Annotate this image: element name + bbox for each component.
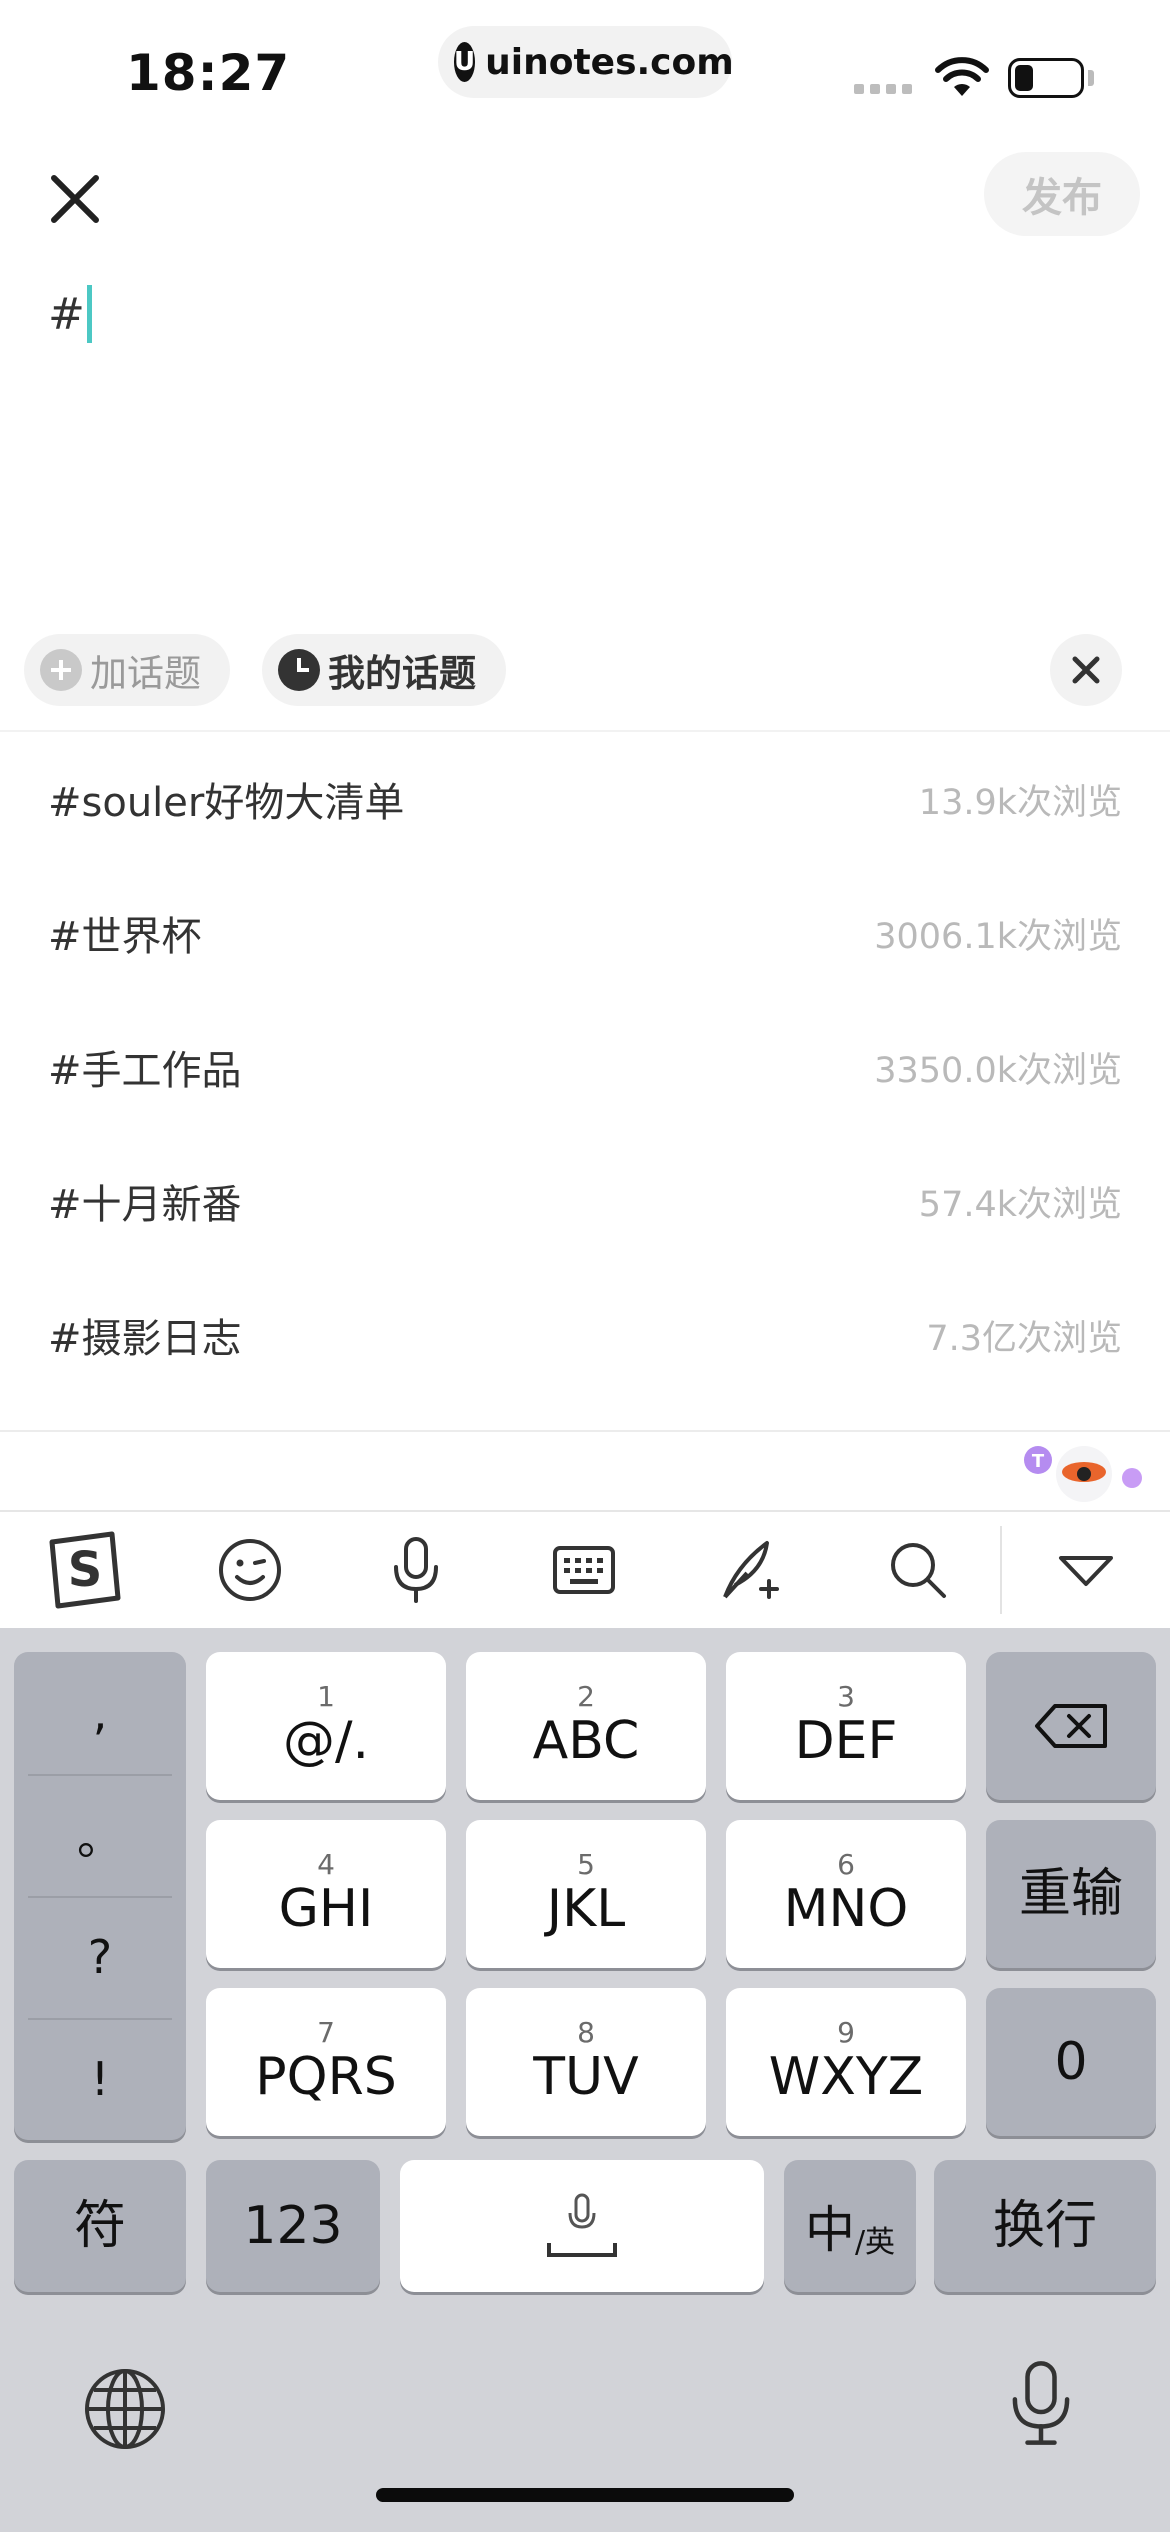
key-5[interactable]: 5 JKL bbox=[466, 1820, 706, 1968]
battery-cap bbox=[1088, 70, 1094, 86]
search-icon[interactable] bbox=[874, 1526, 962, 1614]
backspace-icon bbox=[1035, 1704, 1107, 1748]
plus-circle-icon bbox=[40, 649, 82, 691]
key-6[interactable]: 6 MNO bbox=[726, 1820, 966, 1968]
key-0[interactable]: 0 bbox=[986, 1988, 1156, 2136]
return-key[interactable]: 换行 bbox=[934, 2160, 1156, 2292]
home-indicator bbox=[376, 2488, 794, 2502]
topic-views: 13.9k次浏览 bbox=[918, 782, 1122, 823]
lang-sub-label: /英 bbox=[854, 2225, 896, 2260]
status-time: 18:27 bbox=[126, 44, 291, 102]
keyboard-mascot-icon[interactable]: T bbox=[1016, 1436, 1150, 1506]
key-8[interactable]: 8 TUV bbox=[466, 1988, 706, 2136]
topic-views: 3350.0k次浏览 bbox=[874, 1050, 1122, 1091]
post-text-input[interactable]: # bbox=[48, 282, 92, 346]
topic-name: #十月新番 bbox=[48, 1182, 242, 1228]
my-topics-label: 我的话题 bbox=[328, 652, 476, 695]
punctuation-key[interactable]: 。 bbox=[14, 1774, 186, 1896]
key-4[interactable]: 4 GHI bbox=[206, 1820, 446, 1968]
cellular-signal-icon bbox=[854, 84, 912, 94]
backspace-key[interactable] bbox=[986, 1652, 1156, 1800]
punctuation-key[interactable]: ! bbox=[14, 2018, 186, 2140]
add-topic-chip[interactable]: 加话题 bbox=[24, 634, 230, 706]
punctuation-column: , 。 ? ! bbox=[14, 1652, 186, 2140]
symbols-key[interactable]: 符 bbox=[14, 2160, 186, 2292]
key-1[interactable]: 1 @/. bbox=[206, 1652, 446, 1800]
key-2[interactable]: 2 ABC bbox=[466, 1652, 706, 1800]
topic-views: 57.4k次浏览 bbox=[918, 1184, 1122, 1225]
punctuation-key[interactable]: ? bbox=[14, 1896, 186, 2018]
topic-name: #souler好物大清单 bbox=[48, 780, 405, 826]
text-caret bbox=[86, 285, 92, 343]
punctuation-key[interactable]: , bbox=[14, 1652, 186, 1774]
emoji-icon[interactable] bbox=[206, 1526, 294, 1614]
collapse-keyboard-icon[interactable] bbox=[1042, 1526, 1130, 1614]
toolbar-separator bbox=[1000, 1526, 1002, 1614]
language-switch-key[interactable]: 中/英 bbox=[784, 2160, 916, 2292]
close-small-icon bbox=[1072, 656, 1100, 684]
numbers-key[interactable]: 123 bbox=[206, 2160, 380, 2292]
key-3[interactable]: 3 DEF bbox=[726, 1652, 966, 1800]
post-text: # bbox=[48, 288, 85, 340]
svg-text:S: S bbox=[68, 1542, 103, 1598]
publish-button[interactable]: 发布 bbox=[984, 152, 1140, 236]
svg-text:T: T bbox=[1032, 1451, 1045, 1472]
handwriting-icon[interactable] bbox=[708, 1526, 796, 1614]
topic-views: 7.3亿次浏览 bbox=[926, 1318, 1122, 1359]
topic-row[interactable]: #手工作品 3350.0k次浏览 bbox=[0, 1000, 1170, 1134]
topic-views: 3006.1k次浏览 bbox=[874, 916, 1122, 957]
topic-row[interactable]: #souler好物大清单 13.9k次浏览 bbox=[0, 732, 1170, 866]
clock-icon bbox=[278, 649, 320, 691]
site-logo-icon: U bbox=[454, 42, 476, 82]
battery-icon bbox=[1008, 58, 1084, 98]
topic-row[interactable]: #世界杯 3006.1k次浏览 bbox=[0, 866, 1170, 1000]
close-topics-button[interactable] bbox=[1050, 634, 1122, 706]
lang-main-label: 中 bbox=[804, 2201, 855, 2259]
reenter-key[interactable]: 重输 bbox=[986, 1820, 1156, 1968]
key-9[interactable]: 9 WXYZ bbox=[726, 1988, 966, 2136]
keyboard-icon[interactable] bbox=[540, 1526, 628, 1614]
dictation-microphone-icon[interactable] bbox=[996, 2358, 1086, 2448]
topic-name: #世界杯 bbox=[48, 914, 202, 960]
topic-row[interactable]: #摄影日志 7.3亿次浏览 bbox=[0, 1268, 1170, 1402]
url-pill[interactable]: U uinotes.com bbox=[438, 26, 734, 98]
globe-icon[interactable] bbox=[80, 2364, 170, 2454]
space-microphone-icon bbox=[547, 2193, 617, 2257]
topic-row[interactable]: #十月新番 57.4k次浏览 bbox=[0, 1134, 1170, 1268]
microphone-icon[interactable] bbox=[372, 1526, 460, 1614]
add-topic-label: 加话题 bbox=[90, 652, 201, 695]
url-text: uinotes.com bbox=[485, 41, 734, 83]
topic-name: #摄影日志 bbox=[48, 1316, 242, 1362]
close-icon[interactable] bbox=[44, 168, 106, 230]
sogou-logo-icon[interactable]: S bbox=[40, 1526, 128, 1614]
space-key[interactable] bbox=[400, 2160, 764, 2292]
my-topics-chip[interactable]: 我的话题 bbox=[262, 634, 506, 706]
wifi-icon bbox=[935, 57, 989, 96]
divider bbox=[0, 1430, 1170, 1432]
key-7[interactable]: 7 PQRS bbox=[206, 1988, 446, 2136]
topic-name: #手工作品 bbox=[48, 1048, 242, 1094]
